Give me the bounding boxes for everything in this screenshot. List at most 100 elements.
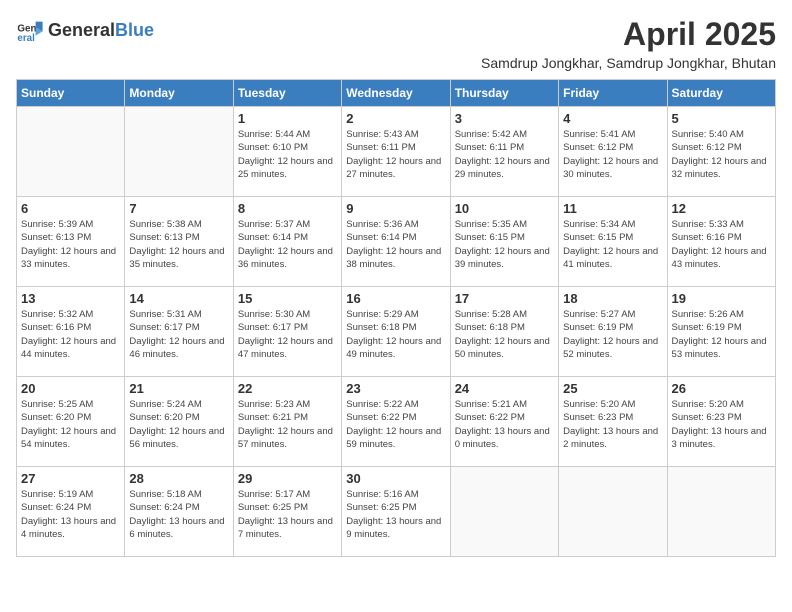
week-row-1: 6 Sunrise: 5:39 AMSunset: 6:13 PMDaylight… bbox=[17, 197, 776, 287]
day-info: Sunrise: 5:21 AMSunset: 6:22 PMDaylight:… bbox=[455, 398, 554, 451]
week-row-2: 13 Sunrise: 5:32 AMSunset: 6:16 PMDayligh… bbox=[17, 287, 776, 377]
day-number: 23 bbox=[346, 381, 445, 396]
day-info: Sunrise: 5:37 AMSunset: 6:14 PMDaylight:… bbox=[238, 218, 337, 271]
header-cell-sunday: Sunday bbox=[17, 80, 125, 107]
day-cell: 28 Sunrise: 5:18 AMSunset: 6:24 PMDayligh… bbox=[125, 467, 233, 557]
subtitle: Samdrup Jongkhar, Samdrup Jongkhar, Bhut… bbox=[481, 55, 776, 71]
day-cell bbox=[667, 467, 775, 557]
day-cell: 10 Sunrise: 5:35 AMSunset: 6:15 PMDayligh… bbox=[450, 197, 558, 287]
day-info: Sunrise: 5:29 AMSunset: 6:18 PMDaylight:… bbox=[346, 308, 445, 361]
day-cell: 20Sunrise: 5:25 AMSunset: 6:20 PMDayligh… bbox=[17, 377, 125, 467]
day-number: 26 bbox=[672, 381, 771, 396]
week-row-3: 20Sunrise: 5:25 AMSunset: 6:20 PMDayligh… bbox=[17, 377, 776, 467]
day-info: Sunrise: 5:35 AMSunset: 6:15 PMDaylight:… bbox=[455, 218, 554, 271]
day-number: 7 bbox=[129, 201, 228, 216]
header: Gen eral GeneralBlue April 2025 Samdrup … bbox=[16, 16, 776, 71]
day-number: 14 bbox=[129, 291, 228, 306]
day-number: 4 bbox=[563, 111, 662, 126]
day-cell bbox=[125, 107, 233, 197]
logo: Gen eral GeneralBlue bbox=[16, 16, 154, 44]
day-info: Sunrise: 5:43 AMSunset: 6:11 PMDaylight:… bbox=[346, 128, 445, 181]
title-area: April 2025 Samdrup Jongkhar, Samdrup Jon… bbox=[481, 16, 776, 71]
day-cell: 8 Sunrise: 5:37 AMSunset: 6:14 PMDaylight… bbox=[233, 197, 341, 287]
day-info: Sunrise: 5:31 AMSunset: 6:17 PMDaylight:… bbox=[129, 308, 228, 361]
day-info: Sunrise: 5:36 AMSunset: 6:14 PMDaylight:… bbox=[346, 218, 445, 271]
day-number: 28 bbox=[129, 471, 228, 486]
day-info: Sunrise: 5:28 AMSunset: 6:18 PMDaylight:… bbox=[455, 308, 554, 361]
day-cell: 15 Sunrise: 5:30 AMSunset: 6:17 PMDayligh… bbox=[233, 287, 341, 377]
day-info: Sunrise: 5:20 AMSunset: 6:23 PMDaylight:… bbox=[563, 398, 662, 451]
day-cell: 7 Sunrise: 5:38 AMSunset: 6:13 PMDaylight… bbox=[125, 197, 233, 287]
day-number: 25 bbox=[563, 381, 662, 396]
header-cell-friday: Friday bbox=[559, 80, 667, 107]
day-number: 8 bbox=[238, 201, 337, 216]
logo-general: General bbox=[48, 20, 115, 40]
day-cell: 23 Sunrise: 5:22 AMSunset: 6:22 PMDayligh… bbox=[342, 377, 450, 467]
day-number: 20 bbox=[21, 381, 120, 396]
day-cell: 21 Sunrise: 5:24 AMSunset: 6:20 PMDayligh… bbox=[125, 377, 233, 467]
day-cell: 1 Sunrise: 5:44 AMSunset: 6:10 PMDaylight… bbox=[233, 107, 341, 197]
day-cell: 19 Sunrise: 5:26 AMSunset: 6:19 PMDayligh… bbox=[667, 287, 775, 377]
day-info: Sunrise: 5:32 AMSunset: 6:16 PMDaylight:… bbox=[21, 308, 120, 361]
day-info: Sunrise: 5:39 AMSunset: 6:13 PMDaylight:… bbox=[21, 218, 120, 271]
day-cell: 17 Sunrise: 5:28 AMSunset: 6:18 PMDayligh… bbox=[450, 287, 558, 377]
day-number: 18 bbox=[563, 291, 662, 306]
logo-text: GeneralBlue bbox=[48, 21, 154, 40]
day-number: 21 bbox=[129, 381, 228, 396]
day-info: Sunrise: 5:18 AMSunset: 6:24 PMDaylight:… bbox=[129, 488, 228, 541]
day-number: 3 bbox=[455, 111, 554, 126]
day-info: Sunrise: 5:19 AMSunset: 6:24 PMDaylight:… bbox=[21, 488, 120, 541]
day-number: 29 bbox=[238, 471, 337, 486]
day-number: 30 bbox=[346, 471, 445, 486]
day-number: 6 bbox=[21, 201, 120, 216]
day-info: Sunrise: 5:17 AMSunset: 6:25 PMDaylight:… bbox=[238, 488, 337, 541]
day-number: 10 bbox=[455, 201, 554, 216]
day-number: 15 bbox=[238, 291, 337, 306]
day-cell: 9Sunrise: 5:36 AMSunset: 6:14 PMDaylight… bbox=[342, 197, 450, 287]
day-number: 2 bbox=[346, 111, 445, 126]
day-info: Sunrise: 5:22 AMSunset: 6:22 PMDaylight:… bbox=[346, 398, 445, 451]
day-number: 24 bbox=[455, 381, 554, 396]
day-cell: 29 Sunrise: 5:17 AMSunset: 6:25 PMDayligh… bbox=[233, 467, 341, 557]
day-cell: 16 Sunrise: 5:29 AMSunset: 6:18 PMDayligh… bbox=[342, 287, 450, 377]
day-cell bbox=[17, 107, 125, 197]
day-cell: 13 Sunrise: 5:32 AMSunset: 6:16 PMDayligh… bbox=[17, 287, 125, 377]
day-info: Sunrise: 5:33 AMSunset: 6:16 PMDaylight:… bbox=[672, 218, 771, 271]
header-cell-monday: Monday bbox=[125, 80, 233, 107]
day-cell: 14 Sunrise: 5:31 AMSunset: 6:17 PMDayligh… bbox=[125, 287, 233, 377]
day-info: Sunrise: 5:38 AMSunset: 6:13 PMDaylight:… bbox=[129, 218, 228, 271]
logo-icon: Gen eral bbox=[16, 16, 44, 44]
header-cell-tuesday: Tuesday bbox=[233, 80, 341, 107]
day-number: 19 bbox=[672, 291, 771, 306]
day-number: 13 bbox=[21, 291, 120, 306]
calendar-body: 1 Sunrise: 5:44 AMSunset: 6:10 PMDaylight… bbox=[17, 107, 776, 557]
header-cell-thursday: Thursday bbox=[450, 80, 558, 107]
day-info: Sunrise: 5:23 AMSunset: 6:21 PMDaylight:… bbox=[238, 398, 337, 451]
day-cell bbox=[450, 467, 558, 557]
day-cell bbox=[559, 467, 667, 557]
day-cell: 24 Sunrise: 5:21 AMSunset: 6:22 PMDayligh… bbox=[450, 377, 558, 467]
day-info: Sunrise: 5:20 AMSunset: 6:23 PMDaylight:… bbox=[672, 398, 771, 451]
day-info: Sunrise: 5:34 AMSunset: 6:15 PMDaylight:… bbox=[563, 218, 662, 271]
day-cell: 12 Sunrise: 5:33 AMSunset: 6:16 PMDayligh… bbox=[667, 197, 775, 287]
day-info: Sunrise: 5:44 AMSunset: 6:10 PMDaylight:… bbox=[238, 128, 337, 181]
header-cell-wednesday: Wednesday bbox=[342, 80, 450, 107]
day-number: 17 bbox=[455, 291, 554, 306]
day-number: 16 bbox=[346, 291, 445, 306]
logo-blue: Blue bbox=[115, 20, 154, 40]
day-cell: 18Sunrise: 5:27 AMSunset: 6:19 PMDayligh… bbox=[559, 287, 667, 377]
day-number: 12 bbox=[672, 201, 771, 216]
day-number: 1 bbox=[238, 111, 337, 126]
day-info: Sunrise: 5:30 AMSunset: 6:17 PMDaylight:… bbox=[238, 308, 337, 361]
day-cell: 22Sunrise: 5:23 AMSunset: 6:21 PMDayligh… bbox=[233, 377, 341, 467]
day-cell: 27 Sunrise: 5:19 AMSunset: 6:24 PMDayligh… bbox=[17, 467, 125, 557]
main-title: April 2025 bbox=[481, 16, 776, 53]
day-info: Sunrise: 5:26 AMSunset: 6:19 PMDaylight:… bbox=[672, 308, 771, 361]
day-number: 5 bbox=[672, 111, 771, 126]
day-info: Sunrise: 5:42 AMSunset: 6:11 PMDaylight:… bbox=[455, 128, 554, 181]
calendar-table: SundayMondayTuesdayWednesdayThursdayFrid… bbox=[16, 79, 776, 557]
day-cell: 26 Sunrise: 5:20 AMSunset: 6:23 PMDayligh… bbox=[667, 377, 775, 467]
day-number: 27 bbox=[21, 471, 120, 486]
day-info: Sunrise: 5:24 AMSunset: 6:20 PMDaylight:… bbox=[129, 398, 228, 451]
svg-text:eral: eral bbox=[17, 33, 35, 44]
